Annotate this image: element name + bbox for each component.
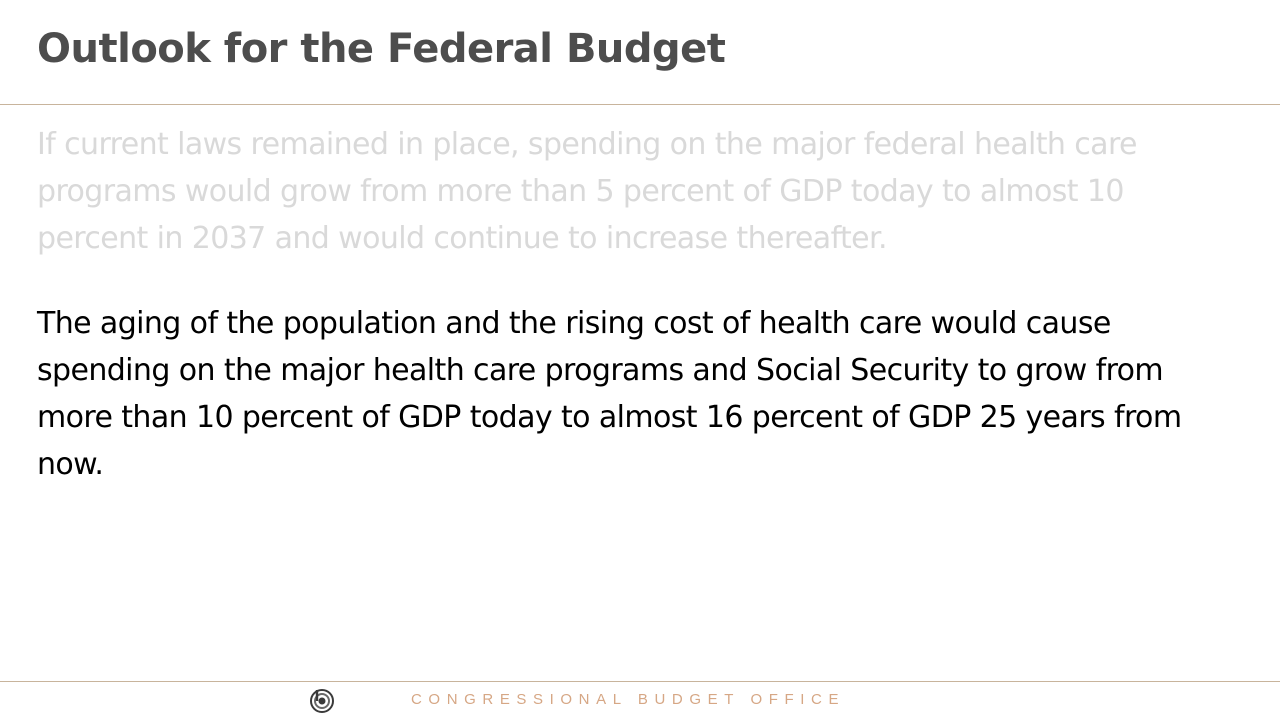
title-divider — [0, 104, 1280, 105]
faded-paragraph: If current laws remained in place, spend… — [37, 127, 1138, 256]
main-paragraph: The aging of the population and the risi… — [37, 306, 1182, 482]
slide: Outlook for the Federal Budget If curren… — [0, 0, 1280, 720]
footer-divider — [0, 681, 1280, 682]
cbo-logo-icon-graphic — [310, 689, 334, 713]
footer-organization: CONGRESSIONAL BUDGET OFFICE — [411, 691, 846, 708]
slide-title: Outlook for the Federal Budget — [37, 26, 726, 72]
cbo-logo-icon — [309, 687, 335, 713]
